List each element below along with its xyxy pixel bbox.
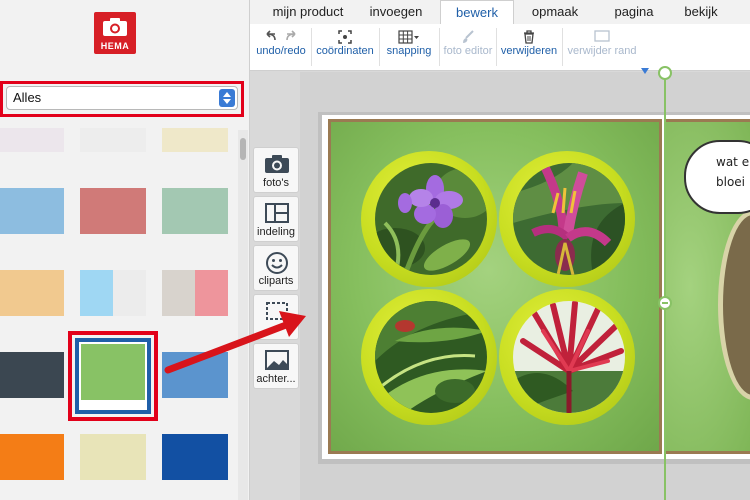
photo-red-plant[interactable] xyxy=(513,301,625,413)
layout-tool-button[interactable]: indeling xyxy=(253,196,299,242)
camera-icon xyxy=(103,18,127,36)
guide-marker-icon xyxy=(641,68,649,74)
snapping-grid-icon xyxy=(398,30,419,44)
page-fold-guide[interactable] xyxy=(664,72,666,500)
speech-bubble[interactable]: wat e bloei xyxy=(684,140,750,214)
photo-banana-flower[interactable] xyxy=(513,163,625,275)
remove-border-button[interactable]: verwijder rand xyxy=(564,24,640,71)
smiley-icon xyxy=(266,252,288,274)
guide-top-handle[interactable] xyxy=(658,66,672,80)
trash-icon xyxy=(524,30,534,44)
color-swatch[interactable] xyxy=(162,352,228,398)
tab-pagina[interactable]: pagina xyxy=(602,0,666,24)
photos-tool-label: foto's xyxy=(263,177,289,189)
left-panel: HEMA Alles xyxy=(0,0,250,500)
coordinates-label: coördinaten xyxy=(316,45,374,57)
color-swatch[interactable] xyxy=(162,188,228,234)
color-swatch[interactable] xyxy=(162,270,228,316)
photo-green-leaves[interactable] xyxy=(375,301,487,413)
category-filter-select[interactable]: Alles xyxy=(6,86,238,110)
toolbar-divider xyxy=(311,28,312,66)
camera-icon xyxy=(265,155,289,173)
tab-opmaak[interactable]: opmaak xyxy=(520,0,590,24)
menu-tabs: mijn product invoegen bewerk opmaak pagi… xyxy=(250,0,750,24)
background-image-icon xyxy=(265,350,289,370)
color-swatch[interactable] xyxy=(80,188,146,234)
tab-mijn-product[interactable]: mijn product xyxy=(260,0,356,24)
snapping-label: snapping xyxy=(386,45,432,57)
undo-redo-icon xyxy=(266,30,296,41)
remove-border-label: verwijder rand xyxy=(567,45,637,57)
color-swatch[interactable] xyxy=(162,434,228,480)
scrollbar-track[interactable] xyxy=(238,130,248,500)
toolbar-divider xyxy=(562,28,563,66)
speech-bubble-line-1: wat e xyxy=(716,155,750,169)
snapping-button[interactable]: snapping xyxy=(381,24,437,71)
frame-icon xyxy=(266,302,288,320)
color-swatch[interactable] xyxy=(162,128,228,152)
delete-button[interactable]: verwijderen xyxy=(498,24,560,71)
red-plant-image xyxy=(513,301,625,413)
coordinates-button[interactable]: coördinaten xyxy=(313,24,377,71)
color-swatch[interactable] xyxy=(0,270,64,316)
color-swatch[interactable] xyxy=(80,270,146,316)
color-swatch[interactable] xyxy=(80,434,146,480)
tab-bewerk[interactable]: bewerk xyxy=(440,0,514,24)
layout-icon xyxy=(265,203,289,223)
border-icon xyxy=(594,30,610,42)
hema-logo: HEMA xyxy=(94,12,136,54)
color-swatch[interactable] xyxy=(0,128,64,152)
color-swatch[interactable] xyxy=(0,434,64,480)
layout-tool-label: indeling xyxy=(257,226,295,238)
background-tool-label: achter... xyxy=(256,373,296,385)
tab-bekijk[interactable]: bekijk xyxy=(676,0,726,24)
toolbar-divider xyxy=(379,28,380,66)
filter-selected-value: Alles xyxy=(13,90,42,105)
frame-tool-button[interactable] xyxy=(253,294,299,340)
logo-text: HEMA xyxy=(100,41,130,51)
delete-label: verwijderen xyxy=(500,45,558,57)
undo-redo-button[interactable]: undo/redo xyxy=(254,24,308,71)
color-swatch[interactable] xyxy=(0,352,64,398)
color-swatch[interactable] xyxy=(80,128,146,152)
guide-resize-handle[interactable] xyxy=(658,296,672,310)
color-swatch[interactable] xyxy=(0,188,64,234)
green-leaves-image xyxy=(375,301,487,413)
tab-invoegen[interactable]: invoegen xyxy=(358,0,434,24)
background-tool-button[interactable]: achter... xyxy=(253,343,299,389)
purple-flower-image xyxy=(375,163,487,275)
select-arrows-icon xyxy=(219,89,235,107)
toolbar-divider xyxy=(496,28,497,66)
speech-bubble-line-2: bloei xyxy=(716,175,746,189)
photobook-editor: HEMA Alles mijn product invoegen bewerk … xyxy=(0,0,750,500)
brush-icon xyxy=(463,30,474,43)
undo-redo-label: undo/redo xyxy=(256,45,306,57)
photos-tool-button[interactable]: foto's xyxy=(253,147,299,193)
photo-editor-button[interactable]: foto editor xyxy=(440,24,496,71)
cliparts-tool-button[interactable]: cliparts xyxy=(253,245,299,291)
cliparts-tool-label: cliparts xyxy=(258,275,294,287)
banana-flower-image xyxy=(513,163,625,275)
photo-purple-flower[interactable] xyxy=(375,163,487,275)
scrollbar-thumb[interactable] xyxy=(240,138,246,160)
coordinates-icon xyxy=(338,30,352,44)
swatch-green-selected[interactable] xyxy=(81,344,145,400)
photo-editor-label: foto editor xyxy=(443,45,493,57)
edit-toolbar: undo/redo coördinaten snapping foto edit… xyxy=(250,24,750,71)
